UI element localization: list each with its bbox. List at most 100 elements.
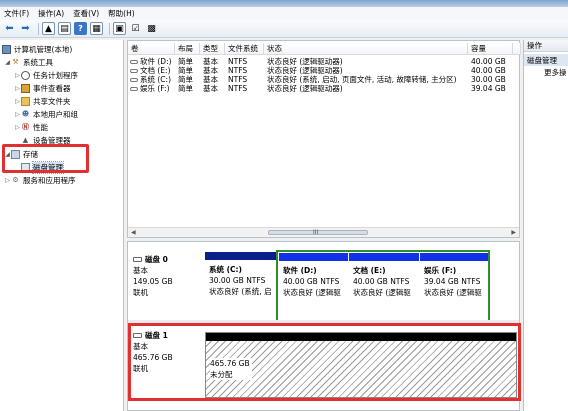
tree-item-services[interactable]: ▷ ⚙ 服务和应用程序 (4, 174, 76, 186)
disk0-title: 磁盘 0 (133, 254, 203, 265)
actions-more[interactable]: 更多操 (524, 66, 568, 78)
tree-item-label: 共享文件夹 (33, 96, 71, 106)
expand-triangle-icon[interactable]: ▷ (14, 85, 21, 92)
volume-list: 卷 布局 类型 文件系统 状态 容量 软件 (D:) 简单 基本 NTFS 状态… (127, 40, 521, 238)
disk-options-icon[interactable]: ▩ (145, 22, 158, 35)
capacity-cell: 40.00 GB (471, 66, 506, 75)
column-header-volume[interactable]: 卷 (128, 43, 175, 55)
tree-item-label: 任务计划程序 (33, 70, 78, 80)
partition-size: 30.00 GB NTFS (209, 276, 266, 285)
partition-size: 40.00 GB NTFS (353, 277, 410, 286)
logical-drive-bar (349, 253, 419, 261)
forward-arrow-icon[interactable]: ➡ (19, 22, 32, 35)
column-header-type[interactable]: 类型 (200, 43, 225, 55)
primary-partition-bar (205, 252, 276, 260)
expand-triangle-icon[interactable]: ▷ (14, 72, 21, 79)
window-titlebar (0, 0, 568, 7)
partition-c[interactable]: 系统 (C:) 30.00 GB NTFS 状态良好 (系统, 启 (205, 252, 276, 320)
partition-f[interactable]: 娱乐 (F:) 39.04 GB NTFS 状态良好 (逻辑驱 (420, 253, 488, 320)
storage-highlight-box (2, 144, 89, 173)
type-cell: 基本 (203, 66, 218, 75)
event-log-icon (21, 83, 30, 93)
scroll-left-icon[interactable]: ◀ (131, 229, 136, 236)
menu-view[interactable]: 查看(V) (73, 8, 99, 19)
tree-item-shared-folders[interactable]: ▷ 共享文件夹 (14, 95, 71, 107)
tree-item-label: 服务和应用程序 (23, 175, 76, 185)
tree-item-local-users[interactable]: ▷ ☻ 本地用户和组 (14, 108, 78, 120)
toolbar-separator-2 (109, 22, 110, 35)
disk-icon (133, 257, 142, 262)
horizontal-scrollbar[interactable]: ◀ III ▶ (128, 227, 519, 237)
type-cell: 基本 (203, 75, 218, 84)
volume-name: 系统 (C:) (140, 75, 171, 84)
actions-pane: 操作 磁盘管理 更多操 (523, 40, 568, 411)
tree-item-computer-management[interactable]: 计算机管理(本地) (2, 43, 72, 55)
expand-triangle-icon[interactable]: ▷ (14, 124, 21, 131)
column-header-filesystem[interactable]: 文件系统 (225, 43, 264, 55)
help-icon[interactable]: ? (74, 22, 87, 35)
column-header-capacity[interactable]: 容量 (468, 43, 513, 55)
collapse-triangle-icon[interactable]: ◢ (4, 59, 11, 66)
checklist-icon[interactable]: ☑ (129, 22, 142, 35)
partition-status: 状态良好 (逻辑驱 (424, 288, 482, 297)
tree-item-event-viewer[interactable]: ▷ 事件查看器 (14, 82, 71, 94)
expand-triangle-icon[interactable]: ▷ (14, 98, 21, 105)
volume-icon (130, 78, 138, 82)
clock-icon (21, 70, 30, 80)
table-row[interactable]: 系统 (C:) 简单 基本 NTFS 状态良好 (系统, 启动, 页面文件, 活… (128, 75, 521, 84)
menu-bar: 文件(F) 操作(A) 查看(V) 帮助(H) (0, 7, 568, 20)
column-header-status[interactable]: 状态 (264, 43, 468, 55)
tree-item-label: 计算机管理(本地) (14, 44, 73, 54)
type-cell: 基本 (203, 57, 218, 66)
disk0-name: 磁盘 0 (145, 255, 168, 264)
tree-item-task-scheduler[interactable]: ▷ 任务计划程序 (14, 69, 78, 81)
disk0-size: 149.05 GB (133, 277, 173, 286)
volume-name-cell: 系统 (C:) (130, 75, 175, 84)
console-view-icon[interactable]: ▦ (90, 22, 103, 35)
menu-file[interactable]: 文件(F) (4, 8, 29, 19)
filesystem-cell: NTFS (228, 75, 248, 84)
type-cell: 基本 (203, 84, 218, 93)
tree-item-performance[interactable]: ▷ Ⓝ 性能 (14, 121, 48, 133)
partition-d[interactable]: 软件 (D:) 40.00 GB NTFS 状态良好 (逻辑驱 (279, 253, 348, 320)
tree-item-label: 性能 (33, 122, 48, 132)
menu-action[interactable]: 操作(A) (38, 8, 64, 19)
expand-triangle-icon[interactable]: ▷ (4, 177, 11, 184)
back-arrow-icon[interactable]: ⬅ (3, 22, 16, 35)
layout-cell: 简单 (178, 84, 193, 93)
table-row[interactable]: 文档 (E:) 简单 基本 NTFS 状态良好 (逻辑驱动器) 40.00 GB (128, 66, 521, 75)
filesystem-cell: NTFS (228, 84, 248, 93)
menu-help[interactable]: 帮助(H) (108, 8, 135, 19)
show-hide-tree-icon[interactable]: ▤ (58, 22, 71, 35)
partition-status: 状态良好 (逻辑驱 (353, 288, 411, 297)
expand-triangle-icon[interactable]: ▷ (14, 111, 21, 118)
table-row[interactable]: 软件 (D:) 简单 基本 NTFS 状态良好 (逻辑驱动器) 40.00 GB (128, 57, 521, 66)
disk0-info[interactable]: 磁盘 0 基本 149.05 GB 联机 (133, 254, 203, 298)
up-folder-icon[interactable]: ▲ (42, 22, 55, 35)
volume-name: 文档 (E:) (140, 66, 171, 75)
status-cell: 状态良好 (逻辑驱动器) (267, 57, 343, 66)
volume-icon (130, 69, 138, 73)
tree-item-system-tools[interactable]: ◢ ⚒ 系统工具 (4, 56, 53, 68)
shared-folder-icon (21, 96, 30, 106)
partition-status: 状态良好 (系统, 启 (209, 287, 272, 296)
status-cell: 状态良好 (逻辑驱动器) (267, 66, 343, 75)
status-cell: 状态良好 (逻辑驱动器) (267, 84, 343, 93)
toolbar: ⬅ ➡ ▲ ▤ ? ▦ ▣ ☑ ▩ (0, 20, 568, 38)
layout-cell: 简单 (178, 66, 193, 75)
disk0-type: 基本 (133, 266, 148, 275)
partition-size: 40.00 GB NTFS (283, 277, 340, 286)
actions-disk-management[interactable]: 磁盘管理 (524, 54, 568, 66)
table-row[interactable]: 娱乐 (F:) 简单 基本 NTFS 状态良好 (逻辑驱动器) 39.04 GB (128, 84, 521, 93)
volume-icon (130, 60, 138, 64)
column-header-extra[interactable] (513, 43, 521, 55)
navigation-tree: 计算机管理(本地) ◢ ⚒ 系统工具 ▷ 任务计划程序 ▷ 事件查看器 ▷ 共享… (0, 40, 124, 411)
scroll-thumb-grip: III (313, 229, 319, 236)
scroll-right-icon[interactable]: ▶ (511, 229, 516, 236)
column-header-layout[interactable]: 布局 (175, 43, 200, 55)
partition-name: 软件 (D:) (283, 266, 317, 275)
partition-d-text: 软件 (D:) 40.00 GB NTFS 状态良好 (逻辑驱 (283, 265, 346, 298)
volume-name-cell: 娱乐 (F:) (130, 84, 175, 93)
partition-e[interactable]: 文档 (E:) 40.00 GB NTFS 状态良好 (逻辑驱 (349, 253, 419, 320)
properties-icon[interactable]: ▣ (113, 22, 126, 35)
